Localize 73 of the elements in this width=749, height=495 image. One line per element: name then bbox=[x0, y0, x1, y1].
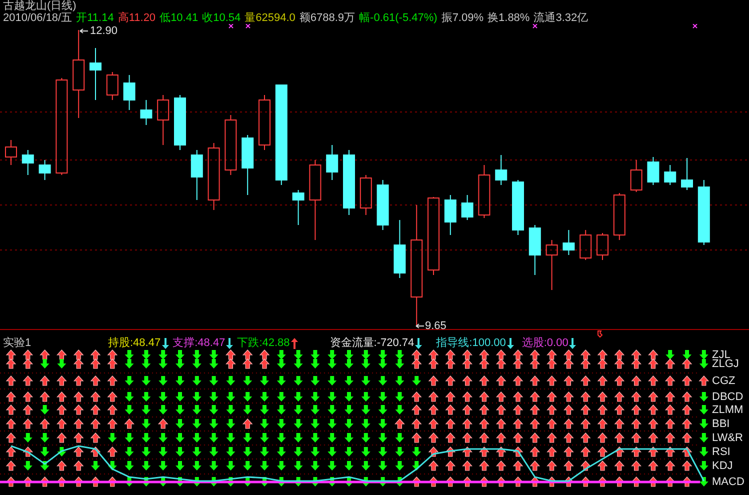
falling-candlestick bbox=[22, 150, 34, 176]
indicator-row-label: KDJ bbox=[712, 461, 733, 472]
indicator-row-label: CGZ bbox=[712, 376, 736, 387]
falling-candlestick bbox=[326, 144, 338, 180]
rising-candlestick bbox=[208, 142, 220, 210]
cross-marker-icon bbox=[246, 24, 250, 28]
leader-line bbox=[80, 28, 88, 34]
rising-candlestick bbox=[224, 114, 237, 176]
indicator-value: 下跌:42.88 bbox=[237, 337, 290, 349]
falling-candlestick bbox=[292, 190, 304, 226]
falling-candlestick bbox=[681, 158, 693, 190]
rising-candlestick bbox=[5, 140, 17, 166]
indicator-row-label: BBI bbox=[712, 419, 730, 430]
rising-candlestick bbox=[580, 230, 592, 260]
quote-value: 额6788.9万 bbox=[299, 12, 356, 24]
falling-candlestick bbox=[174, 94, 186, 150]
cross-marker-icon bbox=[692, 24, 698, 28]
falling-candlestick bbox=[343, 150, 355, 216]
indicator-row-label: LW&R bbox=[712, 433, 743, 444]
rising-candlestick bbox=[613, 192, 626, 240]
quote-value: 高11.20 bbox=[118, 12, 156, 24]
rising-candlestick bbox=[360, 174, 372, 216]
indicator-row-label: ZLGJ bbox=[712, 359, 739, 370]
quote-value: 2010/06/18/五 bbox=[3, 12, 72, 24]
falling-candlestick bbox=[444, 194, 456, 236]
cross-marker-icon bbox=[228, 24, 234, 28]
indicator-value: 持股:48.47 bbox=[108, 337, 161, 349]
quote-value: 换1.88% bbox=[488, 12, 530, 24]
falling-candlestick bbox=[698, 180, 710, 246]
falling-candlestick bbox=[140, 100, 152, 126]
falling-candlestick bbox=[562, 230, 575, 256]
leader-line bbox=[416, 324, 424, 328]
cross-marker-icon bbox=[532, 24, 538, 28]
falling-candlestick bbox=[242, 134, 254, 196]
falling-candlestick bbox=[495, 154, 508, 186]
marker-icon bbox=[598, 330, 603, 338]
rising-candlestick bbox=[157, 94, 170, 146]
falling-candlestick bbox=[647, 156, 660, 186]
indicator-value: 支撑:48.47 bbox=[172, 337, 226, 349]
quote-value: 流通3.32亿 bbox=[534, 12, 588, 24]
quote-value: 振7.09% bbox=[441, 12, 484, 24]
high-price-label: 12.90 bbox=[90, 26, 118, 37]
low-price-label: 9.65 bbox=[425, 321, 446, 332]
rising-candlestick bbox=[630, 160, 642, 192]
quote-value: 开11.14 bbox=[76, 12, 114, 24]
indicator-value: 资金流量:-720.74 bbox=[330, 337, 414, 349]
falling-candlestick bbox=[190, 150, 203, 200]
indicator-row-label: DBCD bbox=[712, 392, 744, 403]
rising-candlestick bbox=[546, 240, 558, 290]
falling-candlestick bbox=[123, 74, 136, 110]
indicator-title: 实验1 bbox=[3, 337, 32, 349]
quote-value: 收10.54 bbox=[202, 12, 241, 24]
rising-candlestick bbox=[478, 164, 490, 218]
stock-title: 古越龙山(日线) bbox=[3, 0, 76, 12]
falling-candlestick bbox=[394, 220, 406, 278]
quote-value: 量62594.0 bbox=[244, 12, 296, 24]
indicator-value: 指导线:100.00 bbox=[436, 337, 506, 349]
rising-candlestick bbox=[106, 72, 118, 100]
falling-candlestick bbox=[664, 164, 676, 186]
quote-value: 低10.41 bbox=[160, 12, 198, 24]
quote-value: 幅-0.61(-5.47%) bbox=[359, 12, 438, 24]
falling-candlestick bbox=[512, 180, 524, 236]
rising-candlestick bbox=[596, 232, 608, 260]
falling-candlestick bbox=[90, 48, 102, 100]
rising-candlestick bbox=[258, 94, 270, 150]
indicator-row-label: RSI bbox=[712, 447, 730, 458]
falling-candlestick bbox=[376, 180, 389, 230]
falling-candlestick bbox=[461, 194, 474, 220]
falling-candlestick bbox=[528, 224, 541, 276]
indicator-value: 选股:0.00 bbox=[522, 337, 568, 349]
indicator-row-label: MACD bbox=[712, 477, 744, 488]
falling-candlestick bbox=[38, 160, 51, 180]
indicator-row-label: ZLMM bbox=[712, 405, 744, 416]
